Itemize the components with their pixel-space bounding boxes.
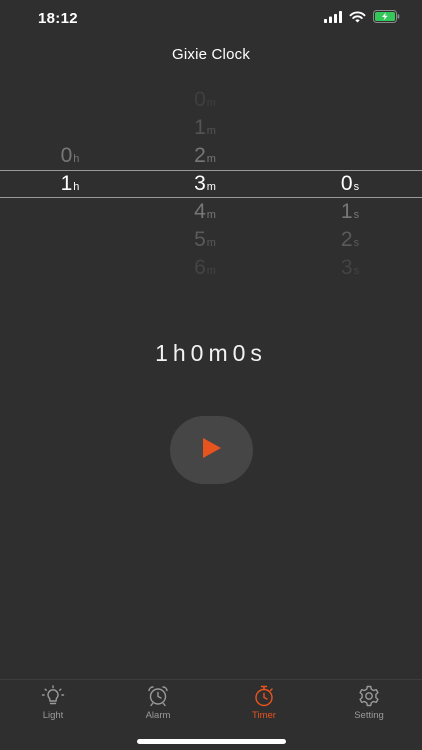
tab-light-label: Light xyxy=(42,710,64,721)
seconds-option-unit: s xyxy=(353,265,360,277)
minutes-option[interactable]: 5m xyxy=(165,226,245,254)
minutes-option[interactable]: 2m xyxy=(165,142,245,170)
seconds-option[interactable]: 2s xyxy=(310,226,390,254)
seconds-option-unit: s xyxy=(353,209,360,221)
seconds-option-selected[interactable]: 0s xyxy=(310,170,390,198)
seconds-option-unit: s xyxy=(353,181,360,193)
status-time: 18:12 xyxy=(38,10,78,27)
seconds-option[interactable]: 1s xyxy=(310,198,390,226)
minutes-option-selected[interactable]: 3m xyxy=(165,170,245,198)
minutes-option[interactable]: 0m xyxy=(165,86,245,114)
tab-timer[interactable]: Timer xyxy=(224,685,304,725)
seconds-option-value: 3 xyxy=(340,256,353,279)
bulb-icon xyxy=(41,685,65,707)
tab-light[interactable]: Light xyxy=(13,685,93,725)
minutes-option[interactable]: 4m xyxy=(165,198,245,226)
battery-charging-icon xyxy=(373,10,400,28)
tab-alarm[interactable]: Alarm xyxy=(118,685,198,725)
minutes-option-value: 3 xyxy=(194,172,206,195)
timer-screen: 18:12 Gixie Clock 0h 1h 0m 1m 2m 3m 4m 5… xyxy=(0,0,422,750)
minutes-option-value: 0 xyxy=(194,88,206,111)
gear-icon xyxy=(357,685,381,707)
seconds-option-value: 2 xyxy=(340,228,353,251)
countdown-display: 1h0m0s xyxy=(155,340,267,366)
wifi-icon xyxy=(349,10,366,28)
minutes-option-value: 5 xyxy=(194,228,206,251)
app-title: Gixie Clock xyxy=(171,46,251,63)
hours-option-unit: h xyxy=(73,153,80,165)
minutes-option-unit: m xyxy=(206,181,216,193)
timer-picker[interactable]: 0h 1h 0m 1m 2m 3m 4m 5m 6m 0s 1s 2s 3s xyxy=(0,84,422,284)
seconds-option-value: 1 xyxy=(340,200,353,223)
minutes-option-value: 2 xyxy=(194,144,206,167)
alarm-clock-icon xyxy=(146,685,170,707)
status-bar: 18:12 xyxy=(0,0,422,40)
hours-option-value: 1 xyxy=(60,172,73,195)
hours-option-unit: h xyxy=(73,181,80,193)
minutes-option-unit: m xyxy=(206,209,216,221)
tab-timer-label: Timer xyxy=(252,710,276,721)
home-indicator xyxy=(137,739,286,744)
seconds-wheel[interactable]: 0s 1s 2s 3s xyxy=(310,84,390,284)
minutes-option[interactable]: 6m xyxy=(165,254,245,282)
status-icons xyxy=(324,10,400,28)
hours-option[interactable]: 0h xyxy=(30,142,110,170)
tab-setting-label: Setting xyxy=(354,710,384,721)
minutes-option-unit: m xyxy=(206,265,216,277)
seconds-option-value: 0 xyxy=(340,172,353,195)
hours-option-selected[interactable]: 1h xyxy=(30,170,110,198)
start-timer-button[interactable] xyxy=(170,416,253,484)
tab-alarm-label: Alarm xyxy=(145,710,171,721)
minutes-option-unit: m xyxy=(206,125,216,137)
minutes-option-unit: m xyxy=(206,97,216,109)
minutes-option-value: 1 xyxy=(194,116,206,139)
minutes-wheel[interactable]: 0m 1m 2m 3m 4m 5m 6m xyxy=(165,84,245,284)
stopwatch-icon xyxy=(252,685,276,707)
minutes-option-unit: m xyxy=(206,237,216,249)
minutes-option[interactable]: 1m xyxy=(165,114,245,142)
tab-setting[interactable]: Setting xyxy=(329,685,409,725)
hours-option-value: 0 xyxy=(60,144,73,167)
cellular-signal-icon xyxy=(324,10,342,28)
minutes-option-unit: m xyxy=(206,153,216,165)
seconds-option[interactable]: 3s xyxy=(310,254,390,282)
play-icon xyxy=(201,436,223,465)
minutes-option-value: 6 xyxy=(194,256,206,279)
hours-wheel[interactable]: 0h 1h xyxy=(30,84,110,284)
seconds-option-unit: s xyxy=(353,237,360,249)
minutes-option-value: 4 xyxy=(194,200,206,223)
